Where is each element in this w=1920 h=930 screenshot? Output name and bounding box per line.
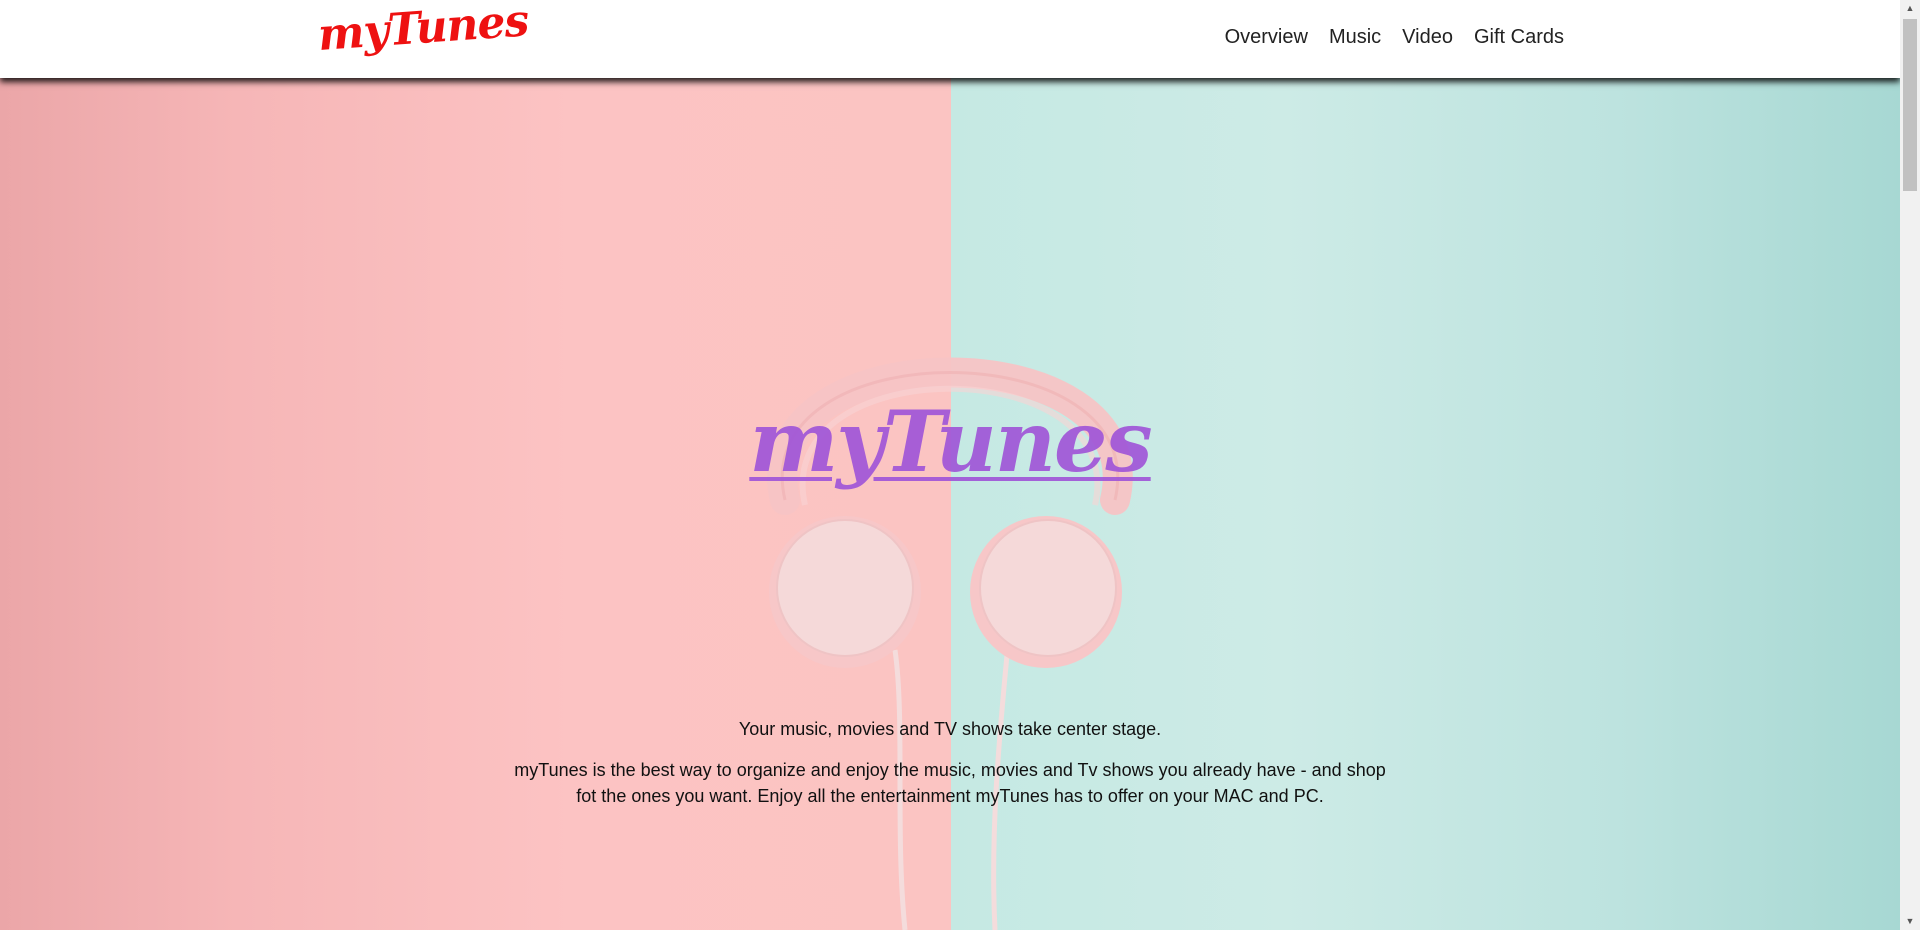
brand-logo[interactable]: myTunes: [316, 0, 530, 61]
triangle-up-icon[interactable]: ▲: [1900, 0, 1920, 17]
top-navbar: myTunes Overview Music Video Gift Cards: [0, 0, 1900, 78]
triangle-down-icon[interactable]: ▼: [1900, 913, 1920, 930]
hero-title[interactable]: myTunes: [0, 392, 1900, 491]
nav-links: Overview Music Video Gift Cards: [1225, 26, 1564, 49]
page: myTunes Your music, movies and TV shows …: [0, 0, 1920, 930]
vertical-scrollbar[interactable]: ▲ ▼: [1900, 0, 1920, 930]
nav-link-gift-cards[interactable]: Gift Cards: [1474, 26, 1564, 49]
hero-description: myTunes is the best way to organize and …: [514, 760, 1386, 806]
nav-link-overview[interactable]: Overview: [1225, 26, 1308, 49]
scroll-thumb[interactable]: [1903, 19, 1917, 191]
hero-section: myTunes Your music, movies and TV shows …: [0, 0, 1900, 930]
hero-tagline: Your music, movies and TV shows take cen…: [738, 719, 1162, 739]
nav-link-music[interactable]: Music: [1329, 26, 1381, 49]
nav-link-video[interactable]: Video: [1402, 26, 1453, 49]
